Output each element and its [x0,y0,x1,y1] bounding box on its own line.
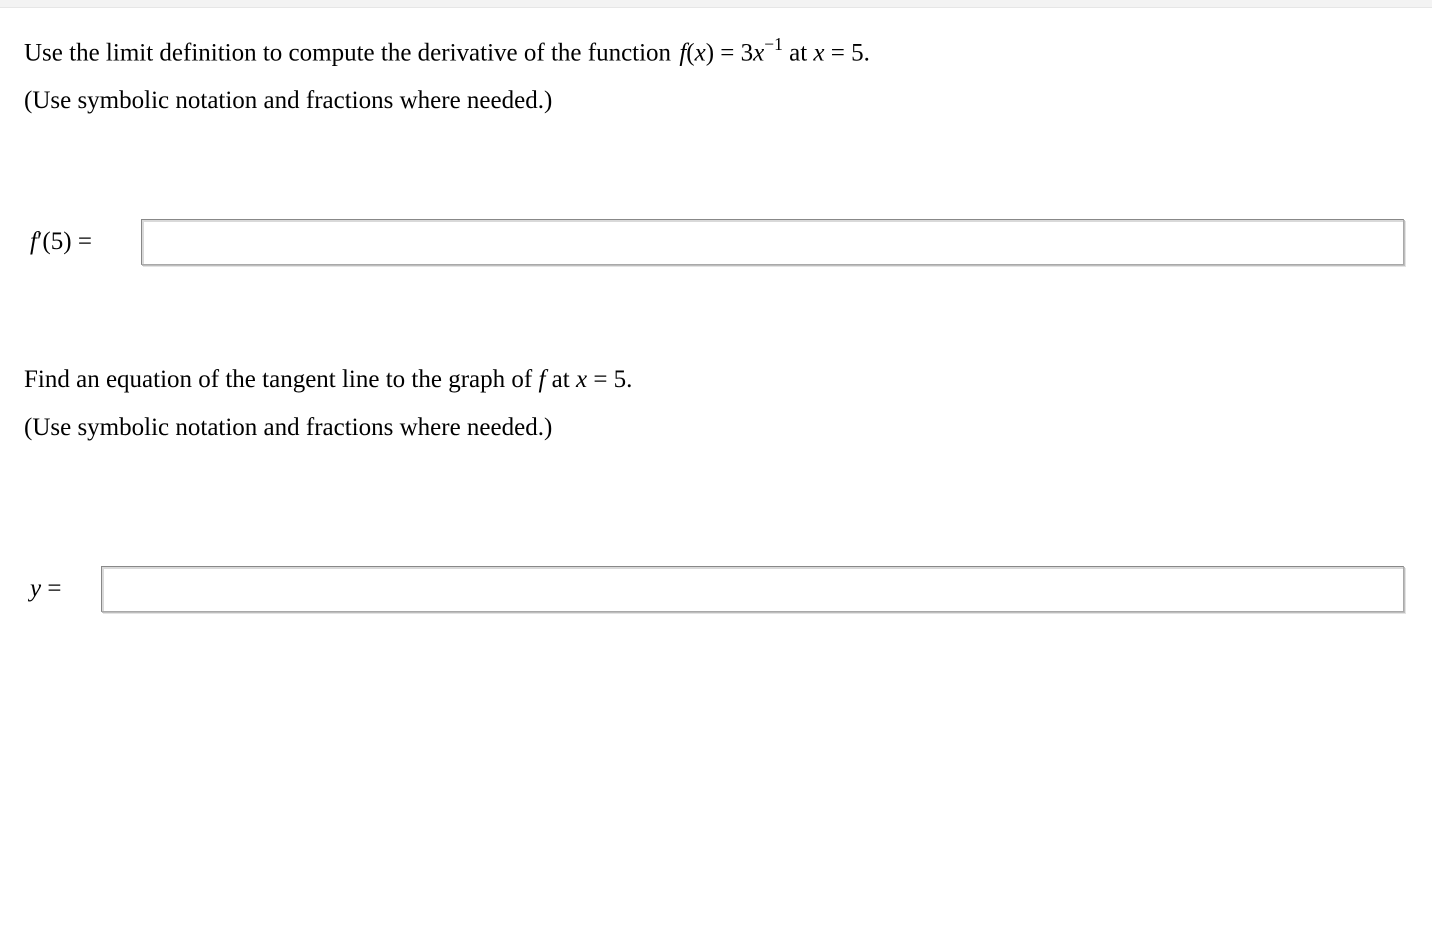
q1-paren-close: ) [706,39,714,66]
question1-line1: Use the limit definition to compute the … [24,32,1408,72]
q1-text-before: Use the limit definition to compute the … [24,39,677,66]
answer1-label: f′(5) = [24,228,119,256]
answer1-row: f′(5) = [24,219,1408,265]
answer1-f: f [30,228,37,255]
q1-paren-open: ( [686,39,694,66]
answer2-eq: = [41,575,61,602]
q1-exponent: −1 [764,34,783,54]
q1-text-after-exp: at [783,39,814,66]
question2-line1: Find an equation of the tangent line to … [24,361,1408,399]
q1-x-at: x [813,39,824,66]
q2-eq: = 5. [587,366,632,393]
question-content: Use the limit definition to compute the … [0,8,1432,612]
q1-x-base: x [753,39,764,66]
answer2-input[interactable] [105,570,1400,608]
q1-x-var: x [695,39,706,66]
q2-text-before: Find an equation of the tangent line to … [24,366,538,393]
q1-eq2: = 5. [825,39,870,66]
question2-hint: (Use symbolic notation and fractions whe… [24,409,1408,447]
answer1-input[interactable] [145,223,1400,261]
answer2-input-wrap[interactable] [101,566,1404,612]
answer1-paren: (5) = [42,228,92,255]
answer2-row: y = [24,566,1408,612]
q2-x: x [576,366,587,393]
answer2-y: y [30,575,41,602]
top-border-bar [0,0,1432,8]
q1-eq1: = 3 [714,39,753,66]
answer1-input-wrap[interactable] [141,219,1404,265]
answer2-label: y = [24,575,79,603]
q2-text-after: at [545,366,576,393]
question1-hint: (Use symbolic notation and fractions whe… [24,82,1408,120]
